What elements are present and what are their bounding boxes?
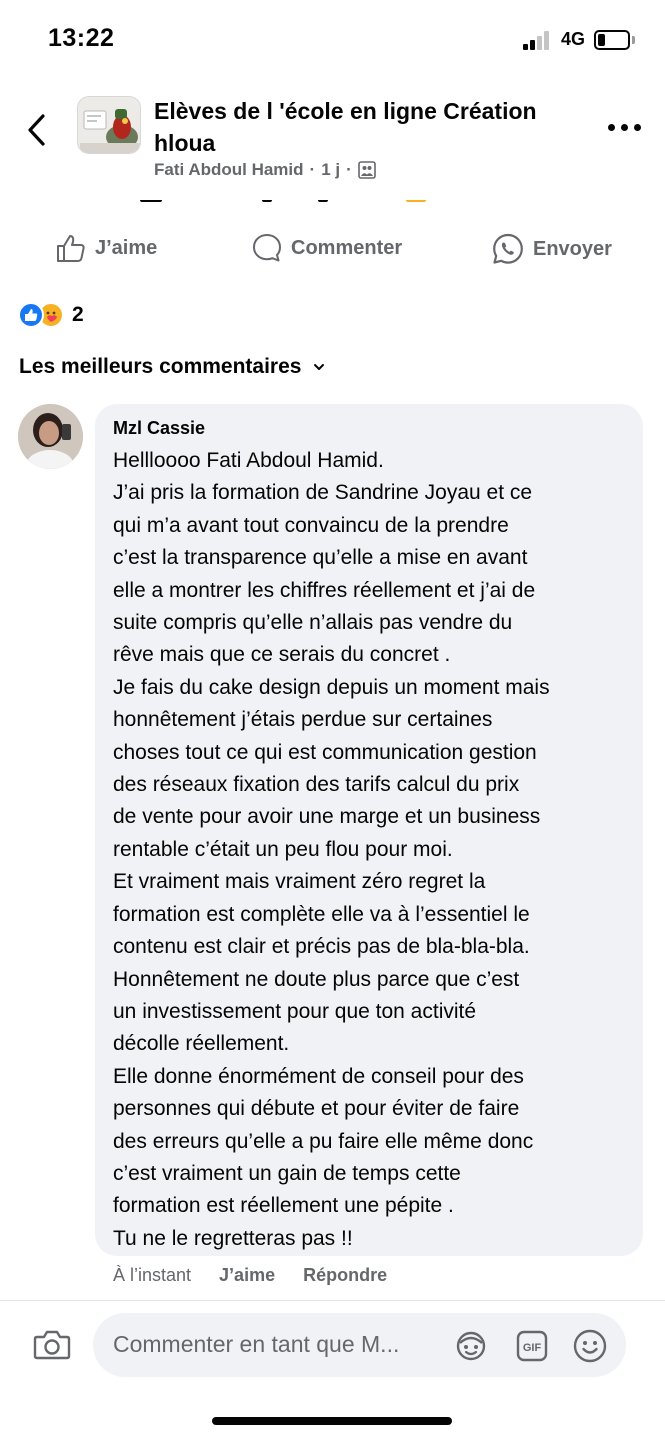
gif-button[interactable]: GIF xyxy=(515,1329,549,1363)
post-author[interactable]: Fati Abdoul Hamid xyxy=(154,160,304,180)
status-bar: 13:22 4G xyxy=(0,0,665,80)
gif-icon: GIF xyxy=(516,1330,548,1362)
reaction-count: 2 xyxy=(72,303,84,326)
comment-line: formation est réellement une pépite . xyxy=(113,1194,454,1218)
comment-line: elle a montrer les chiffres réellement e… xyxy=(113,578,536,602)
comment-line: personnes qui débute et pour éviter de f… xyxy=(113,1097,520,1121)
post-actions: J’aime Commenter Envoyer xyxy=(0,220,665,280)
comment-line: c’est la transparence qu’elle a mise en … xyxy=(113,546,528,570)
comment-line: honnêtement j’étais perdue sur certaines xyxy=(113,708,493,732)
comment-line: Je fais du cake design depuis un moment … xyxy=(113,675,550,699)
like-label: J’aime xyxy=(95,236,158,259)
comment-input-placeholder: Commenter en tant que M... xyxy=(113,1331,400,1357)
comment-line: Hellloooo Fati Abdoul Hamid. xyxy=(113,449,384,472)
group-title[interactable]: Elèves de l 'école en ligne Création hlo… xyxy=(154,95,574,159)
comment-line: décolle réellement. xyxy=(113,1032,290,1056)
group-cover-image xyxy=(78,97,140,153)
emoji-button[interactable] xyxy=(572,1328,608,1364)
comment-line: Elle donne énormément de conseil pour de… xyxy=(113,1064,524,1088)
clipped-post-text xyxy=(0,200,665,206)
comment-label: Commenter xyxy=(291,236,403,259)
thumbs-up-icon xyxy=(57,235,85,262)
whatsapp-icon xyxy=(493,233,523,264)
profile-photo xyxy=(18,404,83,469)
comment-line: rentable c’était un peu flou pour moi. xyxy=(113,837,453,861)
camera-button[interactable] xyxy=(33,1329,71,1361)
like-button[interactable]: J’aime xyxy=(55,232,157,264)
comment-line: J’ai pris la formation de Sandrine Joyau… xyxy=(113,481,533,505)
comment-line: des réseaux fixation des tarifs calcul d… xyxy=(113,773,520,797)
post-age[interactable]: 1 j xyxy=(321,160,340,180)
camera-icon xyxy=(33,1330,71,1360)
comment-line: Et vraiment mais vraiment zéro regret la xyxy=(113,870,486,894)
comment-text: Hellloooo Fati Abdoul Hamid. J’ai pris l… xyxy=(113,445,625,1255)
comment-line: Honnêtement ne doute plus parce que c’es… xyxy=(113,967,520,991)
emoji-icon xyxy=(573,1329,607,1363)
reactions-summary[interactable]: 2 xyxy=(18,300,84,330)
commenter-avatar[interactable] xyxy=(18,404,83,469)
comment-line: rêve mais que ce serais du concret . xyxy=(113,643,451,667)
comment-line: des erreurs qu’elle a pu faire elle même… xyxy=(113,1129,534,1153)
chevron-down-icon xyxy=(314,364,325,370)
avatar-sticker-icon xyxy=(456,1331,486,1361)
comment-line: contenu est clair et précis pas de bla-b… xyxy=(113,935,530,959)
meta-separator: · xyxy=(346,160,352,179)
battery-icon xyxy=(594,30,630,50)
group-audience-icon xyxy=(357,161,376,179)
comment-reply-button[interactable]: Répondre xyxy=(303,1265,387,1286)
gif-label: GIF xyxy=(523,1342,542,1354)
comment-composer: Commenter en tant que M... GIF xyxy=(0,1300,665,1440)
back-button[interactable] xyxy=(22,110,52,150)
network-type: 4G xyxy=(561,29,586,49)
comments-sort-dropdown[interactable]: Les meilleurs commentaires xyxy=(19,355,325,379)
comment-time: À l’instant xyxy=(113,1265,192,1285)
post-meta: Fati Abdoul Hamid · 1 j · xyxy=(154,160,376,180)
comment-line: Tu ne le regretteras pas !! xyxy=(113,1226,353,1250)
battery-tip xyxy=(632,36,635,44)
comment-meta: À l’instant J’aime Répondre xyxy=(113,1265,387,1286)
more-options-icon[interactable] xyxy=(608,124,642,134)
comment-line: qui m’a avant tout convaincu de la prend… xyxy=(113,513,509,537)
comment-bubble-icon xyxy=(253,234,281,262)
home-indicator xyxy=(212,1417,452,1425)
like-reaction-icon xyxy=(18,302,44,328)
send-label: Envoyer xyxy=(533,237,612,260)
cellular-signal-icon xyxy=(523,30,553,50)
comment-line: de vente pour avoir une marge et un busi… xyxy=(113,805,541,829)
meta-separator: · xyxy=(309,160,316,179)
sort-label: Les meilleurs commentaires xyxy=(19,355,302,378)
group-avatar[interactable] xyxy=(77,96,141,154)
post-header: Elèves de l 'école en ligne Création hlo… xyxy=(0,80,665,200)
comment-author[interactable]: Mzl Cassie xyxy=(113,418,625,439)
comment-line: suite compris qu’elle n’allais pas vendr… xyxy=(113,611,513,635)
comment-button[interactable]: Commenter xyxy=(251,232,402,264)
comment-line: choses tout ce qui est communication ges… xyxy=(113,740,537,764)
comment-line: c’est vraiment un gain de temps cette xyxy=(113,1161,461,1185)
send-button[interactable]: Envoyer xyxy=(491,232,612,266)
avatar-sticker-button[interactable] xyxy=(454,1329,488,1363)
comment-like-button[interactable]: J’aime xyxy=(219,1265,275,1286)
comment-bubble: Mzl Cassie Hellloooo Fati Abdoul Hamid. … xyxy=(95,404,643,1256)
comment-line: un investissement pour que ton activité xyxy=(113,999,477,1023)
status-time: 13:22 xyxy=(48,24,115,52)
comment-line: formation est complète elle va à l’essen… xyxy=(113,902,530,926)
chevron-left-icon xyxy=(28,114,45,146)
